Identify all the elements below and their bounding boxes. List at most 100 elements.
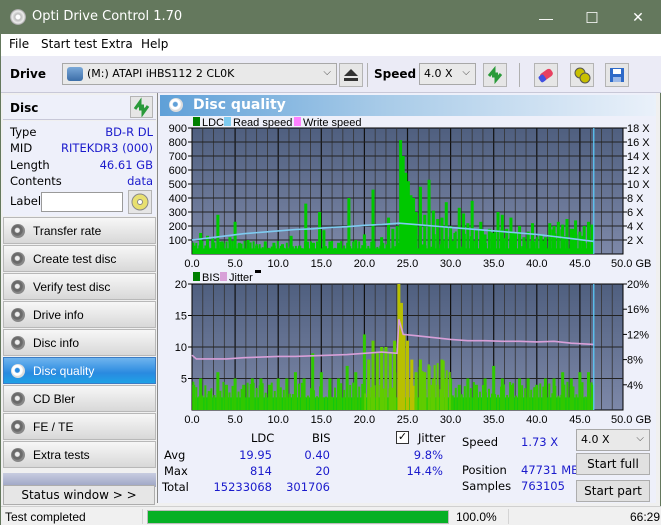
nav-verify-test-disc[interactable]: Verify test disc <box>3 273 156 300</box>
nav-create-test-disc[interactable]: Create test disc <box>3 245 156 272</box>
nav-disc-quality[interactable]: Disc quality <box>3 357 156 384</box>
speed-select[interactable]: 4.0 X ⌵ <box>419 63 476 85</box>
data-bar <box>430 384 433 410</box>
data-bar <box>279 245 282 254</box>
x-tick-label: 15.0 <box>311 414 332 426</box>
data-bar <box>385 383 388 410</box>
data-bar <box>349 384 352 410</box>
disc-length-row: Length 46.61 GB <box>10 158 155 174</box>
status-window-button[interactable]: Status window > > <box>3 485 155 505</box>
data-bar <box>346 392 349 410</box>
data-bar <box>542 386 545 410</box>
chevron-down-icon: ⌵ <box>323 67 331 78</box>
data-bar <box>590 241 593 254</box>
eject-icon <box>344 69 358 81</box>
refresh-icon <box>487 66 503 84</box>
disc-label-input[interactable] <box>41 192 123 212</box>
x-tick-label: 50.0 GB <box>611 258 651 270</box>
data-bar <box>204 245 207 254</box>
data-bar <box>252 241 255 254</box>
data-bar <box>255 243 258 254</box>
jitter-checkbox[interactable]: ✓ <box>396 431 409 444</box>
eject-button[interactable] <box>339 63 363 87</box>
start-full-button[interactable]: Start full <box>576 453 650 475</box>
data-bar <box>421 244 424 254</box>
disc-quality-icon <box>169 98 183 112</box>
data-bar <box>409 379 412 410</box>
nav-fe-te[interactable]: FE / TE <box>3 413 156 440</box>
data-bar <box>512 383 515 410</box>
settings-button[interactable] <box>570 63 594 87</box>
data-bar <box>427 364 430 410</box>
y2-tick-label: 12 X <box>627 165 650 177</box>
maximize-button[interactable]: ☐ <box>569 1 615 34</box>
data-bar <box>578 243 581 254</box>
data-bar <box>294 388 297 410</box>
data-bar <box>442 240 445 254</box>
data-bar <box>415 241 418 254</box>
data-bar <box>509 382 512 410</box>
jitter-column-header: Jitter <box>418 431 446 445</box>
x-tick-label: 30.0 <box>440 258 461 270</box>
data-bar <box>328 390 331 410</box>
y-tick-label: 20 <box>175 279 187 291</box>
data-bar <box>566 242 569 254</box>
close-button[interactable]: ✕ <box>615 1 661 34</box>
x-tick-label: 30.0 <box>440 414 461 426</box>
x-tick-label: 45.0 <box>569 414 590 426</box>
menu-help[interactable]: Help <box>141 37 168 51</box>
data-bar <box>578 384 581 410</box>
nav-drive-info[interactable]: Drive info <box>3 301 156 328</box>
erase-button[interactable] <box>534 63 558 87</box>
start-part-button[interactable]: Start part <box>576 480 650 502</box>
y2-tick-label: 10 X <box>627 179 650 191</box>
menu-start-test[interactable]: Start test <box>41 37 97 51</box>
data-bar <box>264 244 267 254</box>
title-bar: Opti Drive Control 1.70 — ☐ ✕ <box>1 1 661 34</box>
x-tick-label: 35.0 <box>483 258 504 270</box>
disc-quality-panel: Disc quality LDC Read speed Write speed … <box>158 93 656 503</box>
data-bar <box>590 382 593 410</box>
data-bar <box>397 242 400 254</box>
legend-marker <box>255 270 261 273</box>
data-bar <box>569 244 572 254</box>
refresh-icon <box>133 97 150 118</box>
nav-extra-tests[interactable]: Extra tests <box>3 441 156 468</box>
data-bar <box>195 387 198 410</box>
y2-tick-label: 12% <box>627 329 649 341</box>
data-bar <box>527 385 530 410</box>
test-speed-select[interactable]: 4.0 X ⌵ <box>576 429 650 451</box>
data-bar <box>288 393 291 410</box>
data-bar <box>328 247 331 254</box>
nav-label: Verify test disc <box>33 280 111 294</box>
y-tick-label: 200 <box>169 221 187 233</box>
disc-label-button[interactable] <box>128 190 152 214</box>
disc-refresh-button[interactable] <box>130 96 153 118</box>
elapsed-time: 66:29 <box>630 510 661 524</box>
data-bar <box>445 370 448 410</box>
x-tick-label: 5.0 <box>227 258 242 270</box>
save-button[interactable] <box>605 63 629 87</box>
nav-cd-bler[interactable]: CD Bler <box>3 385 156 412</box>
data-bar <box>322 247 325 254</box>
data-bar <box>355 246 358 254</box>
y2-tick-label: 18 X <box>627 123 650 135</box>
drive-select[interactable]: (M:) ATAPI iHBS112 2 CL0K ⌵ <box>62 63 337 85</box>
refresh-button[interactable] <box>483 63 507 87</box>
nav-transfer-rate[interactable]: Transfer rate <box>3 217 156 244</box>
data-bar <box>340 383 343 410</box>
data-bar <box>343 245 346 254</box>
data-bar <box>225 391 228 410</box>
nav-disc-info[interactable]: Disc info <box>3 329 156 356</box>
data-bar <box>379 245 382 254</box>
data-bar <box>264 392 267 410</box>
position-label: Position <box>462 463 507 477</box>
minimize-button[interactable]: — <box>523 1 569 34</box>
menu-extra[interactable]: Extra <box>101 37 133 51</box>
data-bar <box>270 246 273 254</box>
data-bar <box>400 390 403 410</box>
y-tick-label: 800 <box>169 137 187 149</box>
x-tick-label: 0.0 <box>184 258 199 270</box>
y-tick-label: 400 <box>169 193 187 205</box>
menu-file[interactable]: File <box>9 37 29 51</box>
